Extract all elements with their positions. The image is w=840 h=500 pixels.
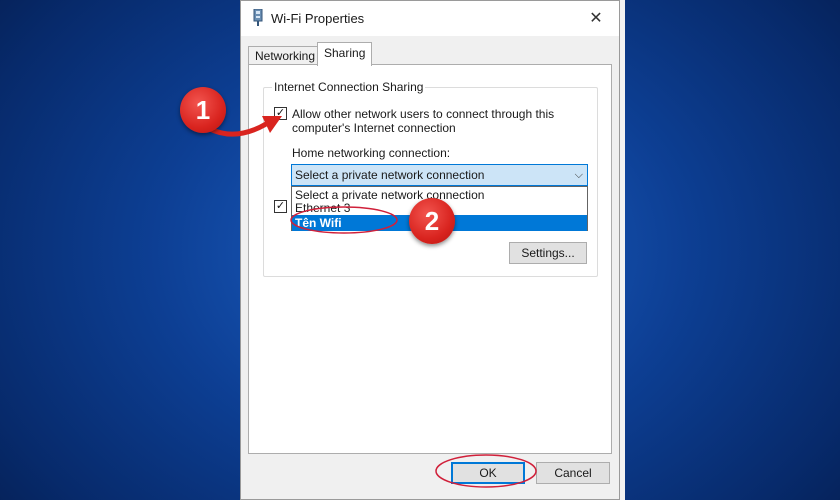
group-label: Internet Connection Sharing (272, 80, 426, 94)
ok-button[interactable]: OK (451, 462, 525, 484)
home-connection-label: Home networking connection: (292, 146, 451, 160)
allow-sharing-checkbox[interactable]: ✓ (274, 107, 287, 120)
tab-networking[interactable]: Networking (248, 46, 323, 66)
network-adapter-icon (253, 9, 263, 26)
tab-sharing[interactable]: Sharing (317, 42, 373, 66)
cancel-button[interactable]: Cancel (536, 462, 610, 484)
checkmark-icon: ✓ (275, 200, 286, 212)
internet-connection-sharing-group: Internet Connection Sharing ✓ Allow othe… (263, 80, 598, 277)
settings-button[interactable]: Settings... (509, 242, 587, 264)
combobox-value: Select a private network connection (295, 168, 485, 182)
step2-badge: 2 (409, 198, 455, 244)
close-button[interactable]: ✕ (573, 1, 619, 35)
step1-badge: 1 (180, 87, 226, 133)
allow-control-checkbox[interactable]: ✓ (274, 200, 287, 213)
sharing-panel: Internet Connection Sharing ✓ Allow othe… (248, 64, 612, 454)
title-bar[interactable]: Wi-Fi Properties ✕ (241, 1, 619, 36)
dialog-title: Wi-Fi Properties (271, 11, 365, 26)
wifi-properties-dialog: Wi-Fi Properties ✕ Networking Sharing In… (240, 0, 620, 500)
allow-sharing-label-line1: Allow other network users to connect thr… (292, 107, 555, 121)
chevron-down-icon: ⌵ (574, 169, 583, 181)
checkmark-icon: ✓ (275, 107, 286, 119)
close-icon: ✕ (589, 10, 603, 27)
allow-sharing-label-line2: computer's Internet connection (292, 121, 456, 135)
home-connection-combobox[interactable]: Select a private network connection ⌵ (291, 164, 588, 186)
